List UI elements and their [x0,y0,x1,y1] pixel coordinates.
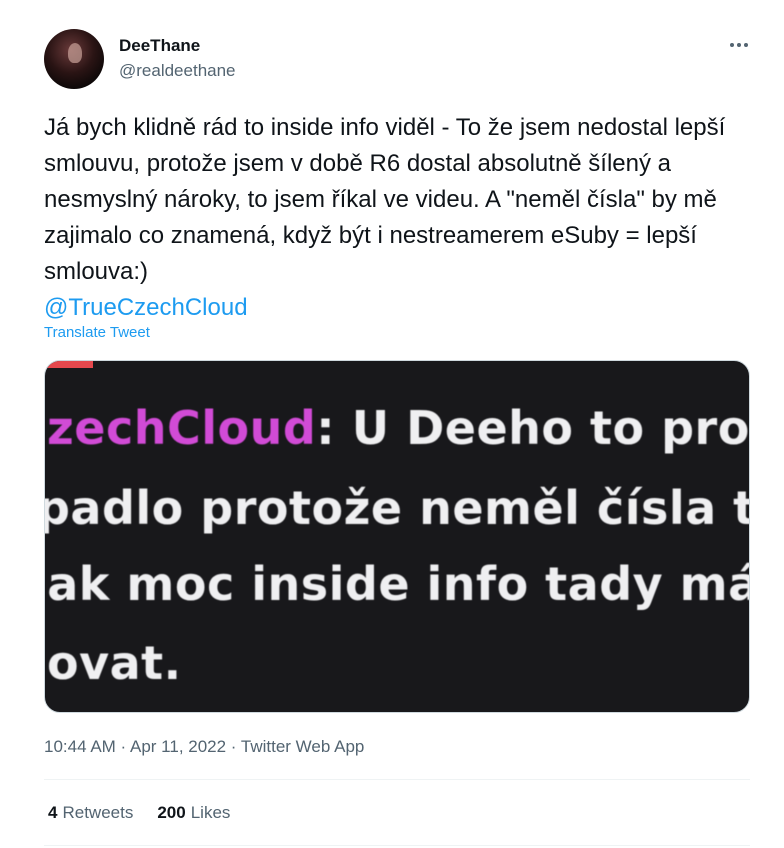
author-handle[interactable]: @realdeethane [119,61,236,81]
media-text-line-2: padlo protože neměl čísla to je [44,481,749,535]
media-red-bar [45,361,93,368]
media-line-1-rest: : U Deeho to prostě [316,401,750,455]
likes-stat[interactable]: 200 Likes [157,803,230,823]
divider [44,845,750,846]
divider [44,779,750,780]
avatar[interactable] [44,29,104,89]
mention-link[interactable]: @TrueCzechCloud [44,294,248,321]
author-display-name[interactable]: DeeThane [119,36,200,56]
more-options-button[interactable] [724,34,754,56]
media-text-line-1: zechCloud: U Deeho to prostě [47,401,750,455]
more-horizontal-icon [730,43,734,47]
tweet-stats: 4 Retweets 200 Likes [48,803,254,823]
likes-count: 200 [157,803,186,822]
retweets-label: Retweets [62,803,134,822]
tweet-timestamp[interactable]: 10:44 AM · Apr 11, 2022 · Twitter Web Ap… [44,737,364,757]
likes-label: Likes [190,803,231,822]
tweet-media-image[interactable]: zechCloud: U Deeho to prostě padlo proto… [44,360,750,713]
tweet-body: Já bych klidně rád to inside info viděl … [44,114,732,285]
media-text-line-4: ovat. [47,636,182,690]
media-chat-name: zechCloud [47,401,317,455]
tweet-text: Já bych klidně rád to inside info viděl … [44,110,744,326]
media-text-line-3: jak moc inside info tady mám [44,557,750,611]
retweets-stat[interactable]: 4 Retweets [48,803,133,823]
tweet: DeeThane @realdeethane Já bych klidně rá… [0,0,784,848]
translate-tweet-link[interactable]: Translate Tweet [44,324,150,341]
retweets-count: 4 [48,803,58,822]
